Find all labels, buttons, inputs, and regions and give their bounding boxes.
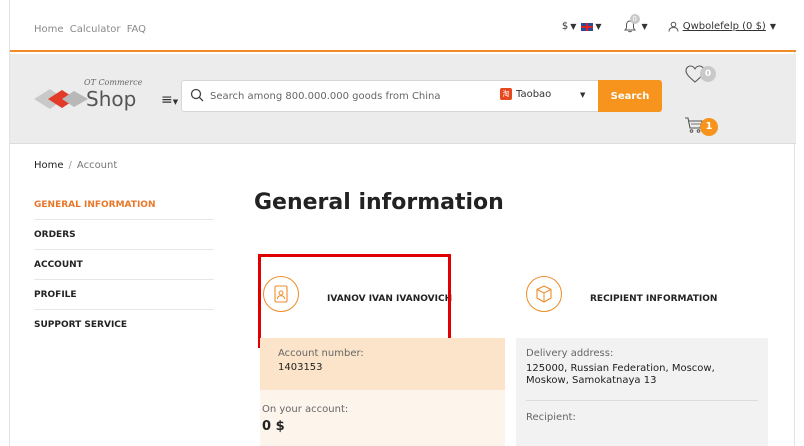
account-number-panel: Account number: 1403153 — [260, 338, 505, 390]
top-right-controls: $ ▼ ▼ 0 ▼ Qwbolefelp (0 $) ▼ — [562, 14, 780, 33]
search-icon[interactable] — [190, 88, 204, 102]
page-title: General information — [254, 190, 504, 215]
search-input[interactable] — [210, 82, 495, 110]
delivery-address-line2: Moskow, Samokatnaya 13 — [526, 375, 657, 386]
recipient-label: Recipient: — [526, 412, 576, 423]
chevron-down-icon: ▼ — [641, 22, 648, 31]
top-link-calculator[interactable]: Calculator — [70, 24, 121, 35]
recipient-card-title: RECIPIENT INFORMATION — [590, 294, 718, 304]
chevron-down-icon: ▼ — [570, 22, 577, 31]
sidebar-item-profile[interactable]: PROFILE — [34, 280, 214, 310]
chevron-down-icon[interactable]: ▼ — [580, 91, 585, 99]
cart-badge: 1 — [700, 118, 718, 136]
chevron-down-icon: ▼ — [595, 22, 602, 31]
provider-selector[interactable]: 淘 Taobao — [500, 88, 551, 100]
provider-label: Taobao — [516, 88, 552, 100]
search-button[interactable]: Search — [598, 80, 662, 112]
balance-value: 0 $ — [262, 419, 285, 434]
sidebar-item-orders[interactable]: ORDERS — [34, 220, 214, 250]
taobao-icon: 淘 — [500, 88, 512, 100]
recipient-panel: Delivery address: 125000, Russian Federa… — [516, 338, 768, 446]
currency-symbol: $ — [561, 21, 569, 32]
user-menu[interactable]: Qwbolefelp (0 $) ▼ — [668, 21, 780, 32]
delivery-address-line1: 125000, Russian Federation, Moscow, — [526, 363, 715, 374]
account-sidebar: GENERAL INFORMATION ORDERS ACCOUNT PROFI… — [34, 190, 214, 340]
page-frame: Home Calculator FAQ $ ▼ ▼ 0 ▼ Qwbolefelp… — [9, 0, 796, 446]
currency-language-selector[interactable]: $ ▼ ▼ — [562, 21, 606, 32]
sidebar-item-account[interactable]: ACCOUNT — [34, 250, 214, 280]
recipient-card-header: RECIPIENT INFORMATION — [516, 254, 766, 344]
catalog-menu-button[interactable]: ≡▼ — [161, 92, 178, 108]
uk-flag-icon — [581, 22, 594, 31]
recipient-icon-circle — [526, 276, 562, 312]
top-bar: Home Calculator FAQ $ ▼ ▼ 0 ▼ Qwbolefelp… — [10, 0, 796, 52]
sidebar-item-general-information[interactable]: GENERAL INFORMATION — [34, 190, 214, 220]
header: OT Commerce Shop ≡▼ 淘 Taobao ▼ Search 0 … — [10, 54, 796, 144]
sidebar-item-support-service[interactable]: SUPPORT SERVICE — [34, 310, 214, 340]
top-link-home[interactable]: Home — [34, 24, 64, 35]
highlight-box — [258, 254, 451, 348]
balance-panel: On your account: 0 $ — [260, 390, 505, 446]
user-name: Qwbolefelp (0 $) — [682, 21, 766, 32]
breadcrumb-home[interactable]: Home — [34, 160, 64, 171]
balance-label: On your account: — [262, 404, 349, 415]
logo-diamond-icon — [34, 89, 88, 109]
delivery-address-label: Delivery address: — [526, 348, 614, 359]
user-icon — [668, 21, 679, 32]
favorites-badge: 0 — [700, 66, 716, 82]
package-icon — [536, 285, 552, 303]
logo-title: Shop — [86, 87, 137, 111]
breadcrumb: Home / Account — [34, 160, 117, 171]
account-number-label: Account number: — [278, 348, 364, 359]
account-number-value: 1403153 — [278, 362, 323, 373]
top-links: Home Calculator FAQ — [34, 24, 149, 35]
notifications-badge: 0 — [629, 14, 640, 24]
logo[interactable]: OT Commerce Shop — [34, 78, 154, 118]
top-link-faq[interactable]: FAQ — [127, 24, 146, 35]
panel-divider — [526, 400, 758, 401]
search-bar: 淘 Taobao ▼ Search — [181, 80, 662, 112]
logo-subtitle: OT Commerce — [84, 78, 143, 87]
notifications-button[interactable]: 0 ▼ — [623, 14, 652, 33]
breadcrumb-separator: / — [68, 160, 72, 171]
breadcrumb-current: Account — [76, 160, 118, 171]
chevron-down-icon: ▼ — [769, 22, 776, 31]
